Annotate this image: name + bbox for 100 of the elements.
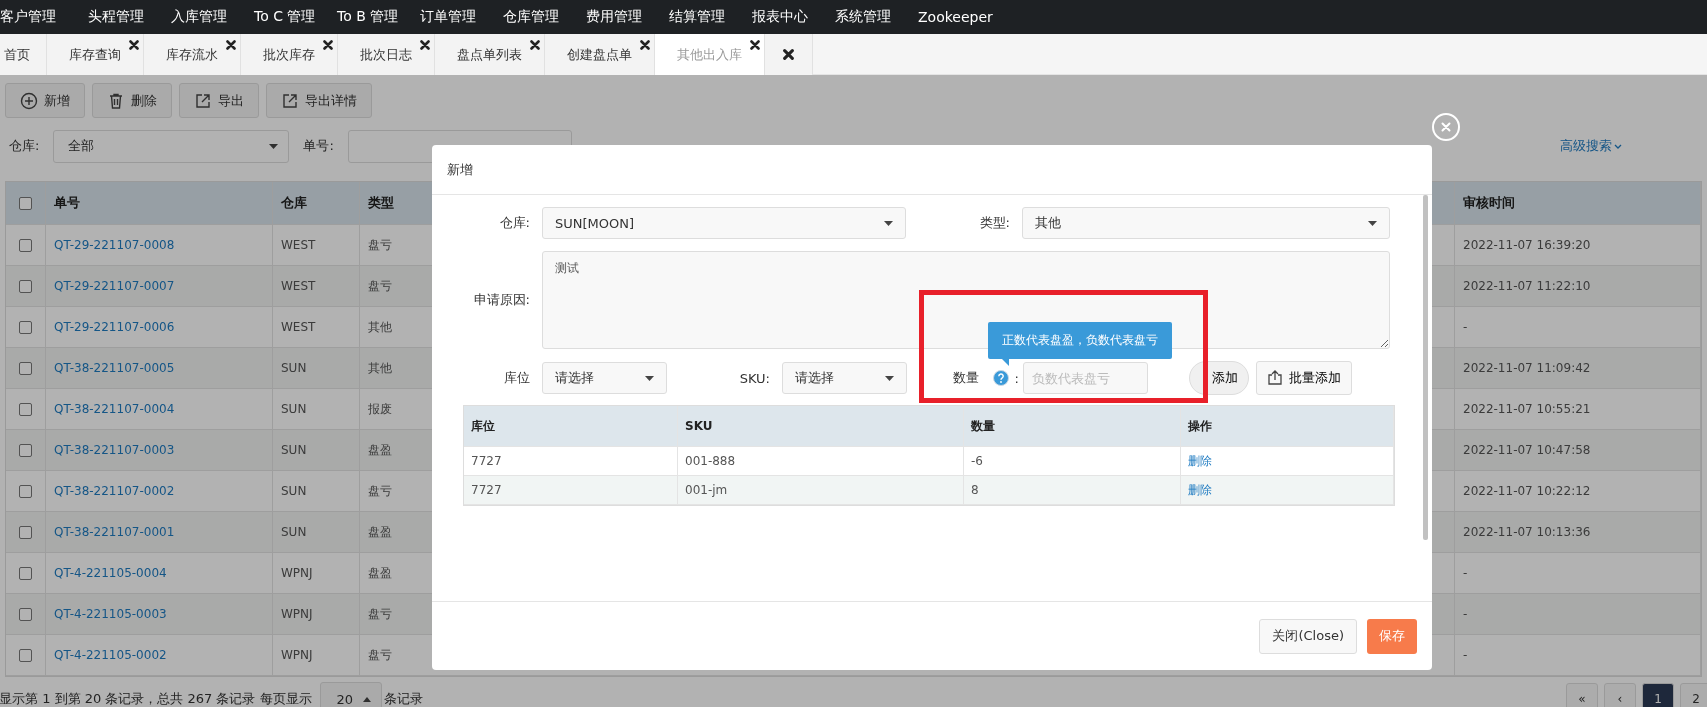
page-button[interactable]: 1	[1642, 683, 1674, 707]
page-tab[interactable]: 盘点单列表	[435, 34, 545, 75]
order-number-link[interactable]: QT-4-221105-0002	[54, 648, 167, 662]
table-cell: -	[1455, 553, 1701, 593]
filter-label: 单号:	[302, 137, 335, 155]
row-checkbox[interactable]	[19, 648, 32, 662]
form-label: SKU:	[738, 370, 771, 386]
table-cell: 2022-11-07 10:22:12	[1455, 471, 1701, 511]
nav-menu-item[interactable]: 订单管理	[408, 8, 491, 26]
caret-icon	[645, 375, 654, 381]
close-icon[interactable]	[783, 49, 794, 60]
nav-menu-item[interactable]: To B 管理	[325, 8, 408, 26]
order-number-link[interactable]: QT-4-221105-0004	[54, 566, 167, 580]
table-cell: SUN	[273, 389, 360, 429]
trash-icon	[107, 91, 125, 110]
row-checkbox[interactable]	[19, 361, 32, 375]
order-number-link[interactable]: QT-38-221107-0002	[54, 484, 175, 498]
close-button[interactable]: 关闭(Close)	[1259, 618, 1357, 654]
warehouse-select[interactable]: 全部	[53, 129, 290, 163]
table-cell: 001-jm	[678, 476, 964, 504]
nav-menu-item[interactable]: 结算管理	[657, 8, 740, 26]
page-button[interactable]: «	[1566, 683, 1598, 707]
batch-add-button[interactable]: 批量添加	[1256, 361, 1352, 395]
nav-menu-item[interactable]: 头程管理	[76, 8, 159, 26]
table-cell: -	[1455, 307, 1701, 347]
table-cell: SUN	[273, 471, 360, 511]
page-button[interactable]: ‹	[1604, 683, 1636, 707]
column-header: 单号	[46, 182, 273, 224]
nav-menu-item[interactable]: 费用管理	[574, 8, 657, 26]
nav-menu-item[interactable]: To C 管理	[242, 8, 325, 26]
nav-menu-item[interactable]: 入库管理	[159, 8, 242, 26]
nav-menu-item[interactable]: 仓库管理	[491, 8, 574, 26]
tooltip: 正数代表盘盈，负数代表盘亏	[988, 322, 1172, 366]
row-checkbox[interactable]	[19, 443, 32, 457]
row-checkbox[interactable]	[19, 238, 32, 252]
toolbar-button[interactable]: 新增	[5, 83, 85, 118]
advanced-search-link[interactable]: 高级搜索	[1560, 137, 1622, 155]
table-cell: SUN	[273, 430, 360, 470]
chevron-down-icon	[1614, 143, 1622, 149]
help-icon[interactable]	[993, 370, 1009, 386]
table-cell: WEST	[273, 307, 360, 347]
table-cell: 2022-11-07 11:09:42	[1455, 348, 1701, 388]
page-size-select[interactable]: 20	[319, 682, 383, 707]
row-checkbox[interactable]	[19, 525, 32, 539]
location-select[interactable]: 请选择	[542, 362, 667, 394]
page-tab[interactable]: 首页	[0, 34, 47, 75]
page-tab[interactable]: 库存流水	[144, 34, 241, 75]
select-all-checkbox[interactable]	[19, 196, 32, 210]
table-cell: WEST	[273, 225, 360, 265]
toolbar-button[interactable]: 删除	[92, 83, 172, 118]
close-icon[interactable]	[750, 40, 760, 50]
nav-menu-item[interactable]: 客户管理	[0, 8, 76, 26]
add-button[interactable]: 添加	[1189, 361, 1249, 395]
row-checkbox[interactable]	[19, 402, 32, 416]
row-checkbox[interactable]	[19, 566, 32, 580]
warehouse-select[interactable]: SUN[MOON]	[542, 207, 906, 239]
table-cell: 8	[964, 476, 1181, 504]
column-header: 审核时间	[1455, 182, 1701, 224]
form-label: :	[1013, 370, 1020, 386]
table-cell: -	[1455, 635, 1701, 675]
caret-up-icon	[363, 696, 372, 702]
toolbar-button[interactable]: 导出详情	[266, 83, 372, 118]
order-number-link[interactable]: QT-29-221107-0006	[54, 320, 175, 334]
nav-menu-item[interactable]: 系统管理	[823, 8, 906, 26]
close-icon[interactable]	[323, 40, 333, 50]
scrollbar[interactable]	[1423, 195, 1428, 540]
row-checkbox[interactable]	[19, 607, 32, 621]
type-select[interactable]: 其他	[1022, 207, 1390, 239]
page-tab[interactable]: 批次日志	[338, 34, 435, 75]
nav-menu-item[interactable]: 报表中心	[740, 8, 823, 26]
export-icon	[194, 91, 212, 110]
order-number-link[interactable]: QT-38-221107-0004	[54, 402, 175, 416]
toolbar-button[interactable]: 导出	[179, 83, 259, 118]
delete-link[interactable]: 删除	[1188, 452, 1212, 470]
row-checkbox[interactable]	[19, 484, 32, 498]
close-icon[interactable]	[129, 40, 139, 50]
sku-select[interactable]: 请选择	[782, 362, 907, 394]
column-header: 数量	[964, 406, 1181, 446]
modal-title: 新增	[447, 160, 473, 179]
column-header: SKU	[678, 406, 964, 446]
row-checkbox[interactable]	[19, 279, 32, 293]
close-icon[interactable]	[640, 40, 650, 50]
page-tab[interactable]: 创建盘点单	[545, 34, 655, 75]
table-cell: WPNJ	[273, 553, 360, 593]
close-all-tab[interactable]	[765, 34, 813, 75]
close-icon[interactable]	[420, 40, 430, 50]
order-number-link[interactable]: QT-29-221107-0008	[54, 238, 175, 252]
page-tab[interactable]: 批次库存	[241, 34, 338, 75]
pagination-summary: 显示第 1 到第 20 条记录，总共 267 条记录 每页显示	[0, 690, 312, 707]
delete-link[interactable]: 删除	[1188, 481, 1212, 499]
close-icon[interactable]	[530, 40, 540, 50]
pagination-suffix: 条记录	[384, 690, 424, 707]
row-checkbox[interactable]	[19, 320, 32, 334]
quantity-field[interactable]: 负数代表盘亏	[1023, 362, 1148, 394]
page-tab[interactable]: 库存查询	[47, 34, 144, 75]
page-button[interactable]: 2	[1680, 683, 1707, 707]
close-icon[interactable]	[226, 40, 236, 50]
table-cell: WEST	[273, 266, 360, 306]
table-cell: 7727	[464, 476, 678, 504]
close-button[interactable]	[1432, 113, 1460, 141]
